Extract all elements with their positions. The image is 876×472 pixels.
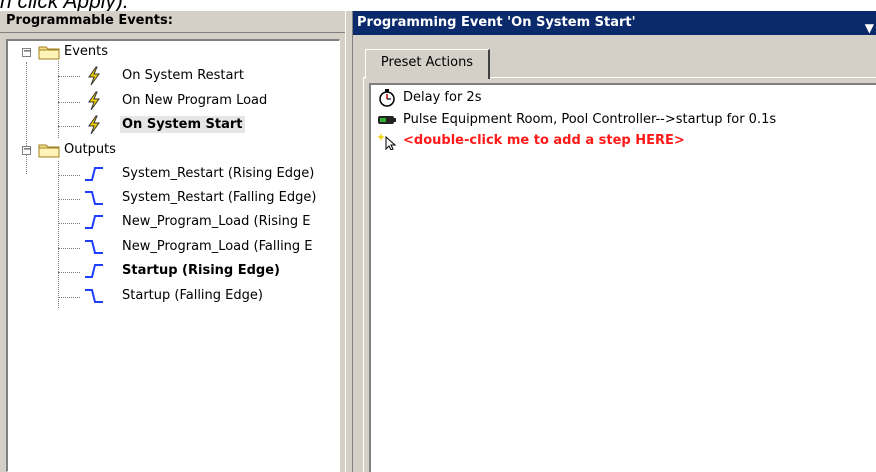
- tree-connector: [58, 199, 80, 200]
- panel-title-bar: Programming Event 'On System Start' ▼: [353, 11, 876, 35]
- tree-connector: [58, 272, 80, 273]
- dropdown-arrow-icon[interactable]: ▼: [865, 16, 874, 40]
- rising-edge-icon: [85, 264, 103, 278]
- lightning-bolt-icon: [88, 91, 100, 111]
- action-item[interactable]: Pulse Equipment Room, Pool Controller-->…: [377, 109, 776, 131]
- tree-item-outputs-folder[interactable]: Outputs: [62, 138, 118, 162]
- tree-connector: [58, 102, 80, 103]
- sparkle-cursor-icon: [377, 132, 397, 150]
- programming-event-panel: Programming Event 'On System Start' ▼ Pr…: [353, 11, 876, 472]
- tree-item-output[interactable]: New_Program_Load (Rising E: [120, 210, 312, 234]
- tree-connector: [58, 297, 80, 298]
- folder-icon: [38, 46, 60, 60]
- folder-icon: [38, 144, 60, 158]
- tree-item-events-folder[interactable]: Events: [62, 41, 110, 64]
- tree-item-event[interactable]: On System Restart: [120, 64, 246, 88]
- battery-icon: [378, 115, 396, 124]
- tree-item-output[interactable]: Startup (Rising Edge): [120, 259, 282, 283]
- tree-connector: [58, 223, 80, 224]
- tree-item-output[interactable]: System_Restart (Falling Edge): [120, 186, 318, 210]
- tree-connector: [58, 126, 80, 127]
- tree-item-output[interactable]: New_Program_Load (Falling E: [120, 235, 315, 259]
- lightning-bolt-icon: [88, 66, 100, 86]
- add-step-label: <double-click me to add a step HERE>: [403, 133, 685, 148]
- tree-connector: [26, 62, 27, 174]
- tree-item-output[interactable]: Startup (Falling Edge): [120, 284, 265, 308]
- panel-title: Programming Event 'On System Start': [357, 15, 636, 30]
- tree-item-output[interactable]: System_Restart (Rising Edge): [120, 162, 316, 186]
- lightning-bolt-icon: [88, 115, 100, 135]
- collapse-toggle[interactable]: −: [22, 47, 31, 57]
- tree-connector: [58, 248, 80, 249]
- add-step-item[interactable]: <double-click me to add a step HERE>: [377, 130, 685, 152]
- programmable-events-panel: Programmable Events: − Events On System …: [0, 11, 345, 472]
- actions-list[interactable]: Delay for 2s Pulse Equipment Room, Pool …: [369, 83, 876, 472]
- collapse-toggle[interactable]: −: [22, 145, 31, 155]
- tree-connector: [58, 175, 80, 176]
- rising-edge-icon: [85, 215, 103, 229]
- tree-connector: [58, 76, 80, 77]
- tab-preset-actions[interactable]: Preset Actions: [365, 49, 490, 79]
- events-tree[interactable]: − Events On System Restart On New Progra…: [6, 39, 340, 472]
- rising-edge-icon: [85, 167, 103, 181]
- tree-item-event[interactable]: On New Program Load: [120, 89, 269, 113]
- falling-edge-icon: [85, 240, 103, 254]
- pane-splitter[interactable]: [345, 11, 353, 472]
- tree-item-event-selected[interactable]: On System Start: [120, 113, 245, 137]
- stopwatch-icon: [379, 88, 395, 107]
- falling-edge-icon: [85, 191, 103, 205]
- panel-header: Programmable Events:: [0, 11, 345, 33]
- action-item[interactable]: Delay for 2s: [377, 87, 481, 109]
- tree-connector: [58, 161, 59, 308]
- falling-edge-icon: [85, 289, 103, 303]
